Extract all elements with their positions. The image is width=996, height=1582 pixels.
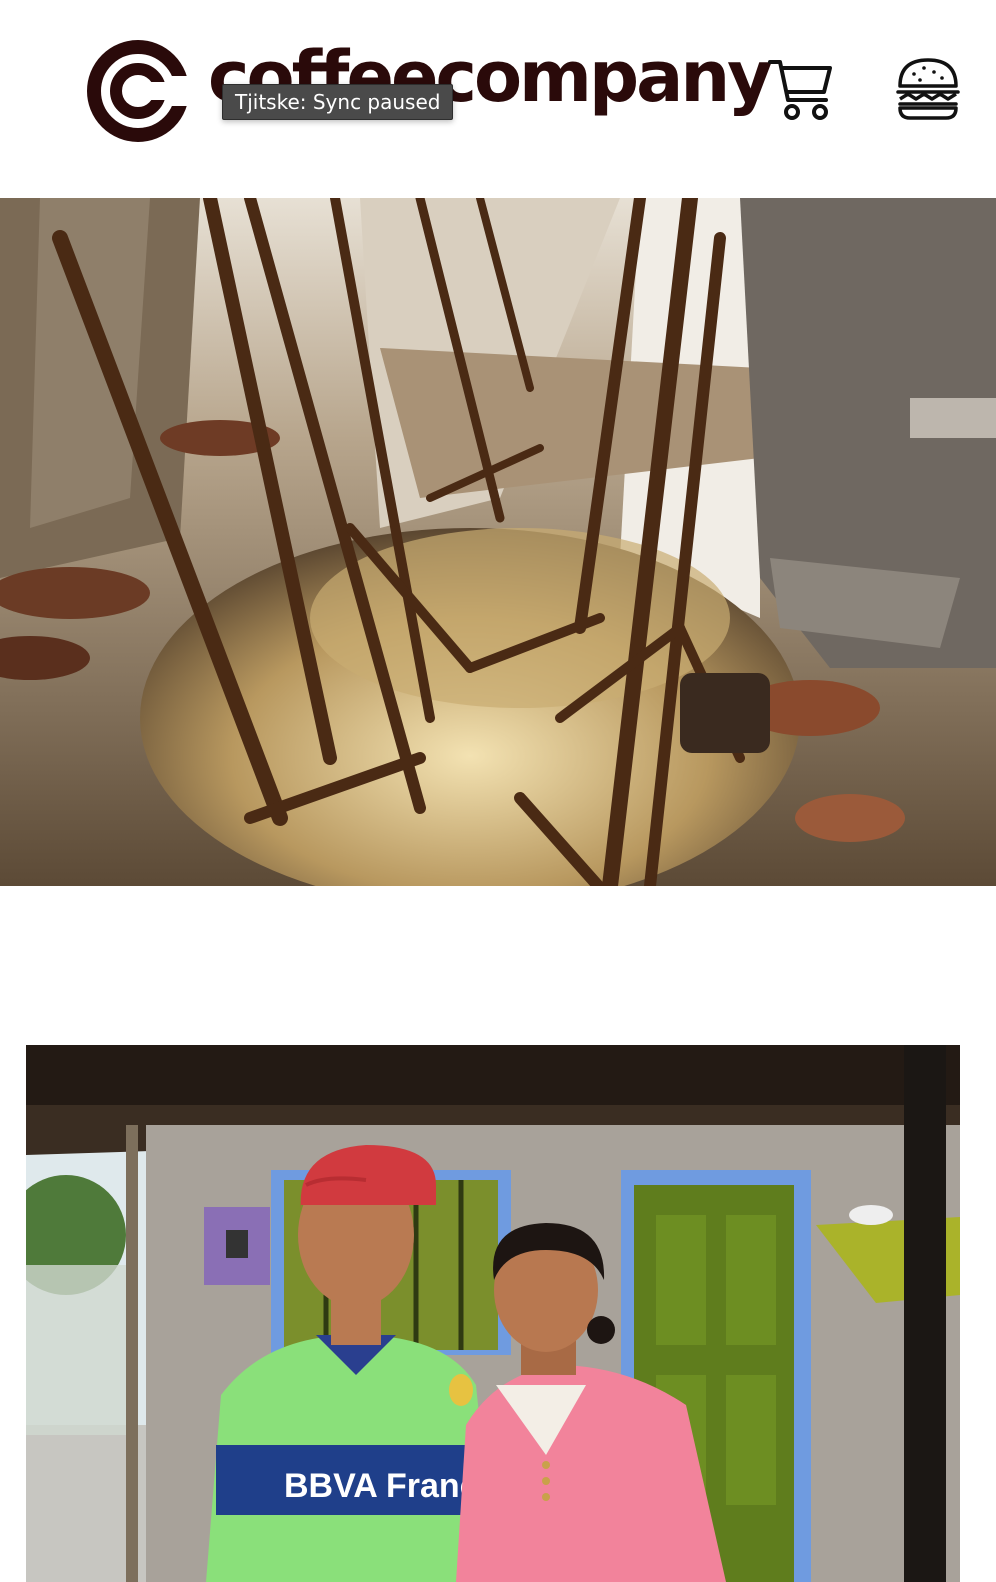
hamburger-icon — [896, 58, 960, 120]
logo-mark-icon — [87, 40, 190, 142]
cart-button[interactable] — [766, 56, 836, 122]
page: coffeecompany Tjitske: Sync paused BBVA … — [0, 0, 996, 1582]
farmers-photo-illustration: BBVA Francés — [26, 1045, 960, 1582]
hero-photo — [0, 198, 996, 886]
menu-button[interactable] — [894, 56, 962, 122]
hero-photo-illustration — [0, 198, 996, 886]
farmers-photo: BBVA Francés — [26, 1045, 960, 1582]
shopping-cart-icon — [768, 60, 832, 120]
site-header: coffeecompany Tjitske: Sync paused — [0, 0, 996, 198]
sync-tooltip: Tjitske: Sync paused — [222, 84, 454, 120]
